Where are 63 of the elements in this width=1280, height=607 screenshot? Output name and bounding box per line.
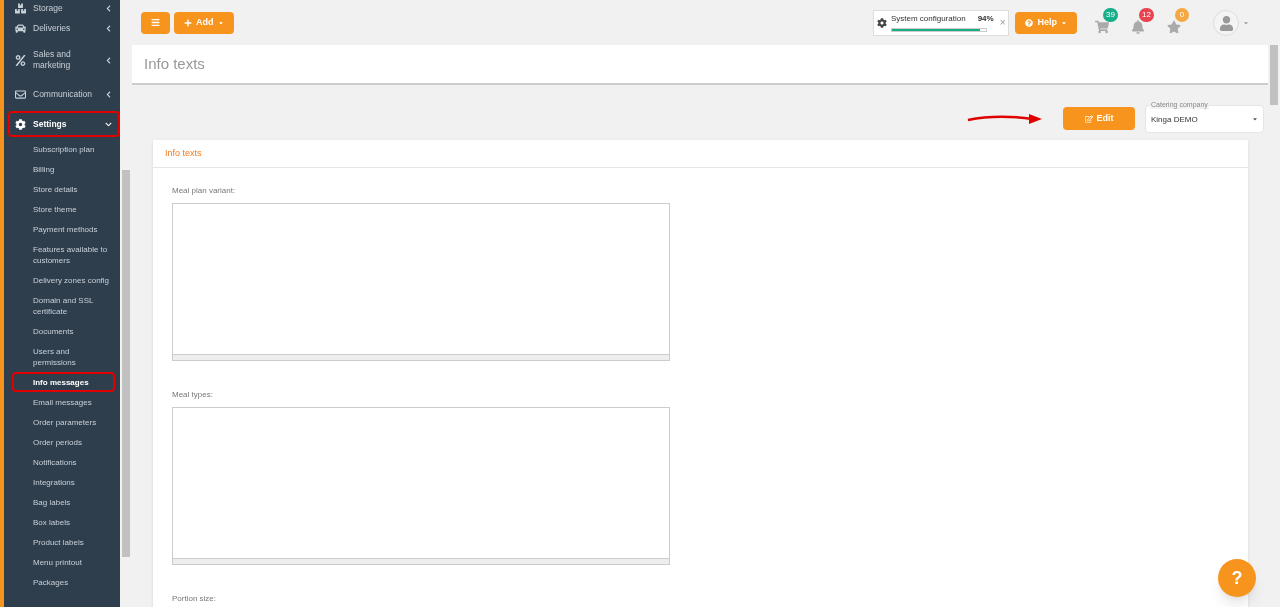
configuration-label: System configuration [890, 13, 966, 25]
sidebar-item[interactable]: Communication [8, 81, 120, 107]
caret-icon [1252, 115, 1258, 122]
field-label: Portion size: [172, 593, 218, 605]
chevron-icon [105, 120, 112, 128]
help-icon [1025, 18, 1034, 27]
chevron-icon [105, 24, 112, 32]
text-area[interactable] [172, 203, 670, 361]
menu-icon [151, 18, 160, 27]
caret-icon [1061, 19, 1067, 26]
submenu-item[interactable]: Packages [12, 572, 115, 592]
submenu-item[interactable]: Features available to customers [12, 239, 115, 270]
count-badge: 0 [1175, 7, 1189, 22]
panel-title: Info texts [165, 146, 202, 160]
boxes-icon [15, 3, 26, 14]
submenu-item[interactable]: Order periods [12, 432, 115, 452]
envelope-icon [15, 88, 26, 100]
submenu-item[interactable]: Menu printout [12, 552, 115, 572]
gear-icon [876, 17, 887, 28]
count-badge: 39 [1103, 7, 1118, 22]
submenu-item[interactable]: Payment methods [12, 219, 115, 239]
submenu-item[interactable]: Box labels [12, 512, 115, 532]
submenu-item[interactable]: Users and permissions [12, 341, 115, 372]
edit-icon [1084, 114, 1093, 123]
avatar[interactable] [1213, 9, 1239, 36]
submenu-item[interactable]: Domain and SSL certificate [12, 290, 115, 321]
text-area[interactable] [172, 407, 670, 565]
sidebar-item[interactable]: Settings [8, 111, 120, 137]
cart-icon[interactable] [1095, 19, 1109, 34]
submenu-item[interactable]: Billing [12, 159, 115, 179]
system-configuration-widget[interactable]: System configuration 94% × [872, 9, 1010, 36]
bell-icon[interactable] [1131, 19, 1145, 34]
star-icon[interactable] [1167, 19, 1181, 34]
submenu-item[interactable]: Store details [12, 179, 115, 199]
configuration-percent: 94% [977, 13, 994, 25]
percent-icon [15, 54, 26, 66]
submenu-item[interactable]: Store theme [12, 199, 115, 219]
field-label: Meal types: [172, 389, 214, 401]
submenu-item[interactable]: Bag labels [12, 492, 115, 512]
gear-icon [15, 118, 26, 130]
submenu-item[interactable]: Notifications [12, 452, 115, 472]
chevron-icon [105, 56, 112, 64]
submenu-item[interactable]: Integrations [12, 472, 115, 492]
submenu-item[interactable]: Info messages [12, 372, 115, 392]
sidebar-item[interactable]: Storage [8, 2, 120, 15]
submenu-item[interactable]: Subscription plan [12, 139, 115, 159]
caret-icon [217, 19, 224, 26]
submenu-item[interactable]: Product labels [12, 532, 115, 552]
count-badge: 12 [1139, 7, 1154, 22]
submenu-item[interactable]: Order parameters [12, 412, 115, 432]
menu-button[interactable] [141, 11, 170, 34]
sidebar-item[interactable]: Sales and marketing [8, 45, 120, 75]
plus-icon [184, 18, 192, 27]
chevron-icon [105, 90, 112, 98]
sidebar-item[interactable]: Deliveries [8, 15, 120, 41]
caret-icon [1243, 19, 1249, 26]
field-label: Meal plan variant: [172, 185, 237, 197]
chevron-icon [105, 5, 112, 12]
car-icon [15, 22, 26, 34]
submenu-item[interactable]: Documents [12, 321, 115, 341]
submenu-item[interactable]: Delivery zones config [12, 270, 115, 290]
page-title: Info texts [144, 53, 205, 74]
submenu-item[interactable]: Email messages [12, 392, 115, 412]
